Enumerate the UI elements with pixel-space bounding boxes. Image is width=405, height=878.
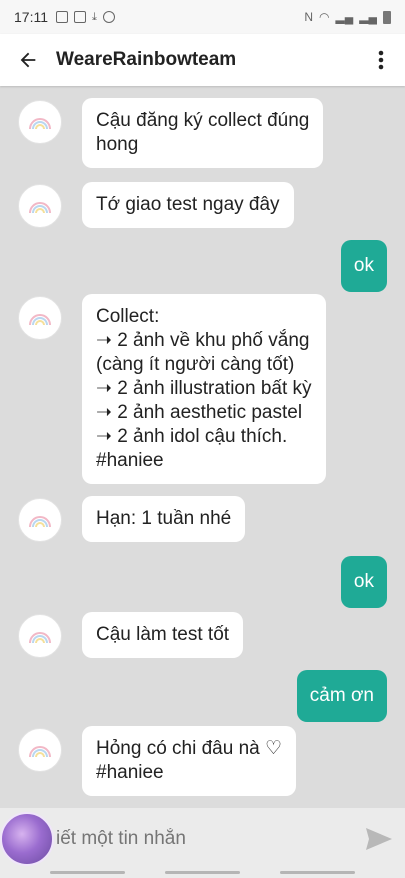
sender-avatar[interactable] bbox=[18, 614, 62, 658]
chat-head-bubble[interactable] bbox=[0, 812, 54, 866]
status-bar: 17:11 ⤓ N ◠ ▂▄ ▂▄ bbox=[0, 0, 405, 34]
back-button[interactable] bbox=[0, 34, 56, 86]
message-incoming: Collect: ➝ 2 ảnh về khu phố vắng (càng í… bbox=[18, 294, 326, 484]
rainbow-avatar-icon bbox=[29, 202, 51, 214]
status-time: 17:11 bbox=[14, 9, 48, 25]
rainbow-avatar-icon bbox=[29, 314, 51, 326]
message-bubble: Cậu đăng ký collect đúng hong bbox=[82, 98, 324, 168]
message-composer bbox=[0, 808, 405, 870]
message-input[interactable] bbox=[56, 819, 353, 859]
download-icon: ⤓ bbox=[92, 10, 97, 23]
rainbow-avatar-icon bbox=[29, 516, 51, 528]
message-outgoing: ok bbox=[340, 556, 387, 608]
sender-avatar[interactable] bbox=[18, 296, 62, 340]
signal-icon: ▂▄ bbox=[359, 10, 377, 24]
notification-icons: ⤓ bbox=[56, 10, 115, 24]
message-incoming: Hỏng có chi đâu nà ♡ #haniee bbox=[18, 726, 297, 796]
message-outgoing: cảm ơn bbox=[296, 670, 387, 722]
message-bubble: ok bbox=[340, 240, 387, 292]
message-bubble: Collect: ➝ 2 ảnh về khu phố vắng (càng í… bbox=[82, 294, 326, 484]
send-icon bbox=[366, 828, 392, 850]
message-bubble: Tớ giao test ngay đây bbox=[82, 182, 294, 228]
system-status-icons: N ◠ ▂▄ ▂▄ bbox=[304, 10, 391, 24]
rainbow-avatar-icon bbox=[29, 632, 51, 644]
nav-handle[interactable] bbox=[280, 871, 355, 874]
rainbow-avatar-icon bbox=[29, 746, 51, 758]
message-bubble: Hỏng có chi đâu nà ♡ #haniee bbox=[82, 726, 297, 796]
arrow-left-icon bbox=[20, 52, 36, 68]
message-incoming: Hạn: 1 tuần nhé bbox=[18, 496, 246, 542]
rainbow-avatar-icon bbox=[29, 118, 51, 130]
message-incoming: Cậu làm test tốt bbox=[18, 612, 244, 658]
message-incoming: Tớ giao test ngay đây bbox=[18, 182, 294, 228]
message-list[interactable]: Cậu đăng ký collect đúng hong Tớ giao te… bbox=[0, 86, 405, 808]
message-outgoing: ok bbox=[340, 240, 387, 292]
mute-icon: N bbox=[304, 10, 314, 24]
mail-icon bbox=[74, 10, 86, 23]
messenger-icon bbox=[102, 10, 115, 23]
signal-icon: ▂▄ bbox=[335, 10, 354, 24]
sender-avatar[interactable] bbox=[18, 100, 62, 144]
message-bubble: cảm ơn bbox=[296, 670, 387, 722]
more-vertical-icon bbox=[378, 50, 384, 70]
sender-avatar[interactable] bbox=[18, 728, 62, 772]
sender-avatar[interactable] bbox=[18, 498, 62, 542]
nav-handle[interactable] bbox=[50, 871, 125, 874]
navigation-bar bbox=[0, 870, 405, 878]
more-options-button[interactable] bbox=[357, 34, 405, 86]
nav-handle[interactable] bbox=[165, 871, 240, 874]
message-bubble: Cậu làm test tốt bbox=[82, 612, 244, 658]
message-bubble: Hạn: 1 tuần nhé bbox=[82, 496, 246, 542]
app-bar: WeareRainbowteam bbox=[0, 34, 405, 86]
message-bubble: ok bbox=[340, 556, 387, 608]
battery-icon bbox=[383, 10, 391, 24]
wifi-icon: ◠ bbox=[319, 10, 330, 24]
instagram-icon bbox=[56, 10, 68, 23]
conversation-title: WeareRainbowteam bbox=[56, 49, 237, 70]
sender-avatar[interactable] bbox=[18, 184, 62, 228]
message-incoming: Cậu đăng ký collect đúng hong bbox=[18, 98, 324, 168]
send-button[interactable] bbox=[353, 813, 405, 865]
